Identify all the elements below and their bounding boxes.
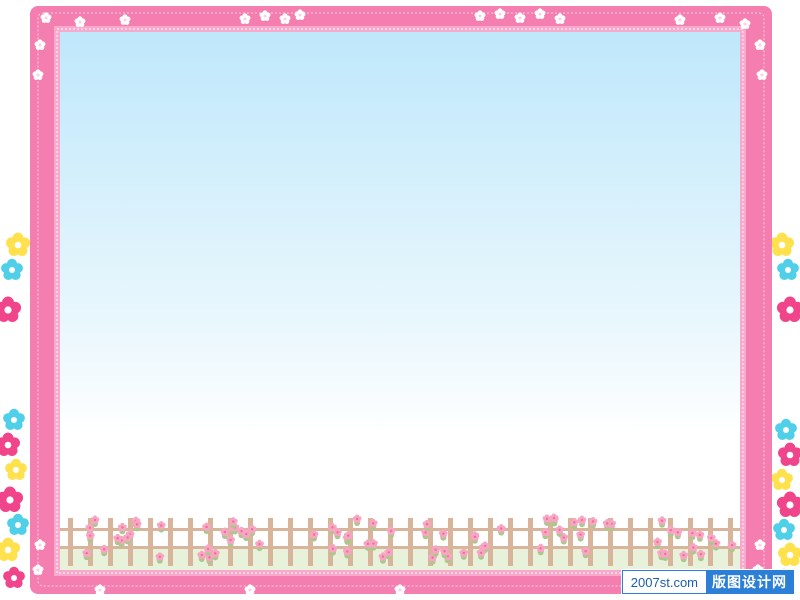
fence-post bbox=[308, 518, 313, 566]
watermark-domain: 2007st.com bbox=[622, 571, 706, 593]
fence-post bbox=[668, 518, 673, 566]
side-flower bbox=[6, 232, 30, 257]
fence-post bbox=[528, 518, 533, 566]
fence-post bbox=[508, 518, 513, 566]
side-flower bbox=[1, 258, 23, 281]
fence-post bbox=[648, 518, 653, 566]
fence-post bbox=[188, 518, 193, 566]
side-flower bbox=[5, 458, 27, 481]
watermark-name: 版图设计网 bbox=[706, 571, 793, 593]
side-flower bbox=[770, 232, 794, 257]
side-flower bbox=[7, 513, 29, 536]
fence-post bbox=[148, 518, 153, 566]
side-flower bbox=[771, 468, 793, 491]
side-flower bbox=[0, 537, 20, 562]
fence-rail bbox=[60, 546, 740, 549]
sky-panel bbox=[60, 32, 740, 570]
fence-post bbox=[688, 518, 693, 566]
fence-post bbox=[268, 518, 273, 566]
side-flower bbox=[777, 258, 799, 281]
fence-post bbox=[408, 518, 413, 566]
watermark-badge: 2007st.com 版图设计网 bbox=[621, 570, 794, 594]
fence-post bbox=[288, 518, 293, 566]
side-flower bbox=[0, 432, 20, 457]
fence-post bbox=[108, 518, 113, 566]
side-flower bbox=[776, 296, 800, 323]
side-flower bbox=[778, 442, 800, 467]
slide-canvas: 2007st.com 版图设计网 bbox=[0, 0, 800, 600]
side-flower bbox=[3, 566, 25, 589]
side-flower bbox=[778, 542, 800, 567]
side-flower bbox=[773, 518, 795, 541]
side-flower bbox=[776, 491, 800, 518]
fence-post bbox=[488, 518, 493, 566]
fence-post bbox=[68, 518, 73, 566]
fence-post bbox=[628, 518, 633, 566]
side-flower bbox=[775, 418, 797, 441]
side-flower bbox=[0, 296, 22, 323]
fence-post bbox=[168, 518, 173, 566]
decorative-frame bbox=[0, 6, 800, 596]
side-flower bbox=[3, 408, 25, 431]
side-flower bbox=[0, 486, 24, 513]
